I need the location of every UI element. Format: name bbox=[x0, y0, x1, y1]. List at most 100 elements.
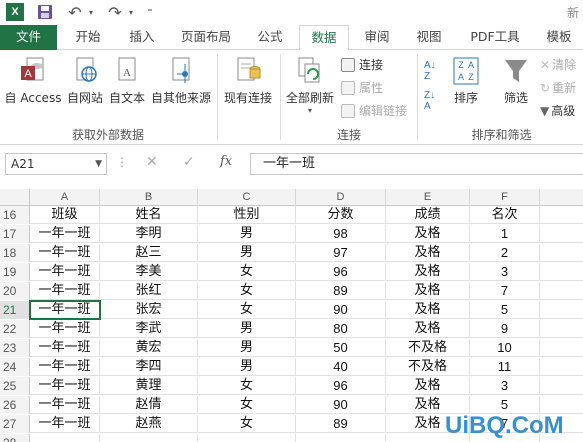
cell-d19[interactable]: 96 bbox=[296, 263, 386, 281]
cell-d20[interactable]: 89 bbox=[296, 282, 386, 300]
name-box-dropdown-icon[interactable]: ▼ bbox=[95, 154, 102, 174]
refresh-all-button[interactable]: 全部刷新 ▾ bbox=[283, 56, 337, 115]
cell-c28[interactable] bbox=[198, 434, 296, 442]
row-header[interactable]: 17 bbox=[0, 225, 30, 243]
cell-f24[interactable]: 11 bbox=[470, 358, 540, 376]
cell-c19[interactable]: 女 bbox=[198, 263, 296, 281]
cell-a17[interactable]: 一年一班 bbox=[30, 225, 100, 243]
refresh-dropdown-icon[interactable]: ▾ bbox=[283, 106, 337, 115]
cell-e23[interactable]: 不及格 bbox=[386, 339, 470, 357]
cell-d28[interactable] bbox=[296, 434, 386, 442]
cell-c25[interactable]: 女 bbox=[198, 377, 296, 395]
cell-a18[interactable]: 一年一班 bbox=[30, 244, 100, 262]
cell-a21[interactable]: 一年一班 bbox=[30, 301, 100, 319]
advanced-filter-button[interactable]: ▼ 高级 bbox=[540, 102, 575, 119]
cell-a24[interactable]: 一年一班 bbox=[30, 358, 100, 376]
undo-icon[interactable]: ↶ bbox=[66, 3, 84, 22]
connections-button[interactable]: 连接 bbox=[341, 56, 383, 73]
cell-a26[interactable]: 一年一班 bbox=[30, 396, 100, 414]
cell-e18[interactable]: 及格 bbox=[386, 244, 470, 262]
clear-filter-button[interactable]: ✕ 清除 bbox=[540, 56, 576, 73]
cell-c16[interactable]: 性别 bbox=[198, 206, 296, 224]
cancel-icon[interactable]: ✕ bbox=[146, 154, 158, 170]
cell-f16[interactable]: 名次 bbox=[470, 206, 540, 224]
tab-review[interactable]: 审阅 bbox=[354, 25, 400, 50]
insert-function-icon[interactable]: fx bbox=[220, 154, 232, 169]
cell-d24[interactable]: 40 bbox=[296, 358, 386, 376]
cell-f22[interactable]: 9 bbox=[470, 320, 540, 338]
row-header[interactable]: 22 bbox=[0, 320, 30, 338]
cell-e24[interactable]: 不及格 bbox=[386, 358, 470, 376]
cell-f18[interactable]: 2 bbox=[470, 244, 540, 262]
cell-a19[interactable]: 一年一班 bbox=[30, 263, 100, 281]
cell-f20[interactable]: 7 bbox=[470, 282, 540, 300]
select-all-corner[interactable] bbox=[0, 189, 30, 206]
cell-c20[interactable]: 女 bbox=[198, 282, 296, 300]
row-header[interactable]: 28 bbox=[0, 434, 30, 442]
worksheet-grid[interactable]: ABCDEF 16 班级 姓名 性别 分数 成绩 名次 17 一年一班 李明男 98 及格 1 18 一年一… bbox=[0, 189, 583, 442]
formula-bar-splitter-icon[interactable]: ⋮ bbox=[116, 155, 128, 169]
cell-c27[interactable]: 女 bbox=[198, 415, 296, 433]
row-header[interactable]: 25 bbox=[0, 377, 30, 395]
cell-c23[interactable]: 男 bbox=[198, 339, 296, 357]
cell-a25[interactable]: 一年一班 bbox=[30, 377, 100, 395]
cell-d18[interactable]: 97 bbox=[296, 244, 386, 262]
tab-file[interactable]: 文件 bbox=[0, 25, 57, 50]
edit-links-button[interactable]: 编辑链接 bbox=[341, 102, 407, 119]
tab-insert[interactable]: 插入 bbox=[118, 25, 166, 50]
cell-d21[interactable]: 90 bbox=[296, 301, 386, 319]
cell-e17[interactable]: 及格 bbox=[386, 225, 470, 243]
cell-d16[interactable]: 分数 bbox=[296, 206, 386, 224]
reapply-button[interactable]: ↻ 重新 bbox=[540, 79, 576, 96]
cell-a22[interactable]: 一年一班 bbox=[30, 320, 100, 338]
row-header[interactable]: 21 bbox=[0, 301, 30, 319]
save-icon[interactable] bbox=[36, 3, 54, 21]
row-header[interactable]: 19 bbox=[0, 263, 30, 281]
cell-d22[interactable]: 80 bbox=[296, 320, 386, 338]
cell-b22[interactable]: 李武 bbox=[100, 320, 198, 338]
cell-b18[interactable]: 赵三 bbox=[100, 244, 198, 262]
cell-a27[interactable]: 一年一班 bbox=[30, 415, 100, 433]
existing-connections-button[interactable]: 现有连接 bbox=[220, 56, 276, 106]
cell-b16[interactable]: 姓名 bbox=[100, 206, 198, 224]
cell-e20[interactable]: 及格 bbox=[386, 282, 470, 300]
cell-b21[interactable]: 张宏 bbox=[100, 301, 198, 319]
cell-b27[interactable]: 赵燕 bbox=[100, 415, 198, 433]
cell-c24[interactable]: 男 bbox=[198, 358, 296, 376]
row-header[interactable]: 23 bbox=[0, 339, 30, 357]
cell-e19[interactable]: 及格 bbox=[386, 263, 470, 281]
formula-input[interactable]: 一年一班 bbox=[250, 153, 583, 175]
from-text-button[interactable]: A 自文本 bbox=[106, 56, 148, 106]
tab-home[interactable]: 开始 bbox=[64, 25, 112, 50]
cell-d26[interactable]: 90 bbox=[296, 396, 386, 414]
tab-data[interactable]: 数据 bbox=[299, 25, 349, 51]
row-header[interactable]: 16 bbox=[0, 206, 30, 224]
row-header[interactable]: 18 bbox=[0, 244, 30, 262]
cell-b24[interactable]: 李四 bbox=[100, 358, 198, 376]
cell-d25[interactable]: 96 bbox=[296, 377, 386, 395]
cell-f23[interactable]: 10 bbox=[470, 339, 540, 357]
row-header[interactable]: 20 bbox=[0, 282, 30, 300]
cell-a28[interactable] bbox=[30, 434, 100, 442]
column-header-b[interactable]: B bbox=[100, 189, 198, 206]
name-box[interactable]: A21 ▼ bbox=[5, 153, 107, 175]
row-header[interactable]: 24 bbox=[0, 358, 30, 376]
filter-button[interactable]: 筛选 bbox=[498, 56, 534, 106]
undo-dropdown-icon[interactable]: ▾ bbox=[86, 3, 96, 21]
properties-button[interactable]: 属性 bbox=[341, 79, 383, 96]
column-header-d[interactable]: D bbox=[296, 189, 386, 206]
cell-b26[interactable]: 赵倩 bbox=[100, 396, 198, 414]
redo-dropdown-icon[interactable]: ▾ bbox=[126, 3, 136, 21]
cell-f21[interactable]: 5 bbox=[470, 301, 540, 319]
cell-b17[interactable]: 李明 bbox=[100, 225, 198, 243]
cell-b25[interactable]: 黄理 bbox=[100, 377, 198, 395]
cell-e22[interactable]: 及格 bbox=[386, 320, 470, 338]
row-header[interactable]: 27 bbox=[0, 415, 30, 433]
cell-c26[interactable]: 女 bbox=[198, 396, 296, 414]
tab-formulas[interactable]: 公式 bbox=[246, 25, 294, 50]
sort-descending-icon[interactable]: Z↓ A bbox=[424, 90, 435, 112]
cell-b28[interactable] bbox=[100, 434, 198, 442]
tab-pdf-tools[interactable]: PDF工具 bbox=[462, 25, 528, 50]
cell-f19[interactable]: 3 bbox=[470, 263, 540, 281]
cell-c18[interactable]: 男 bbox=[198, 244, 296, 262]
